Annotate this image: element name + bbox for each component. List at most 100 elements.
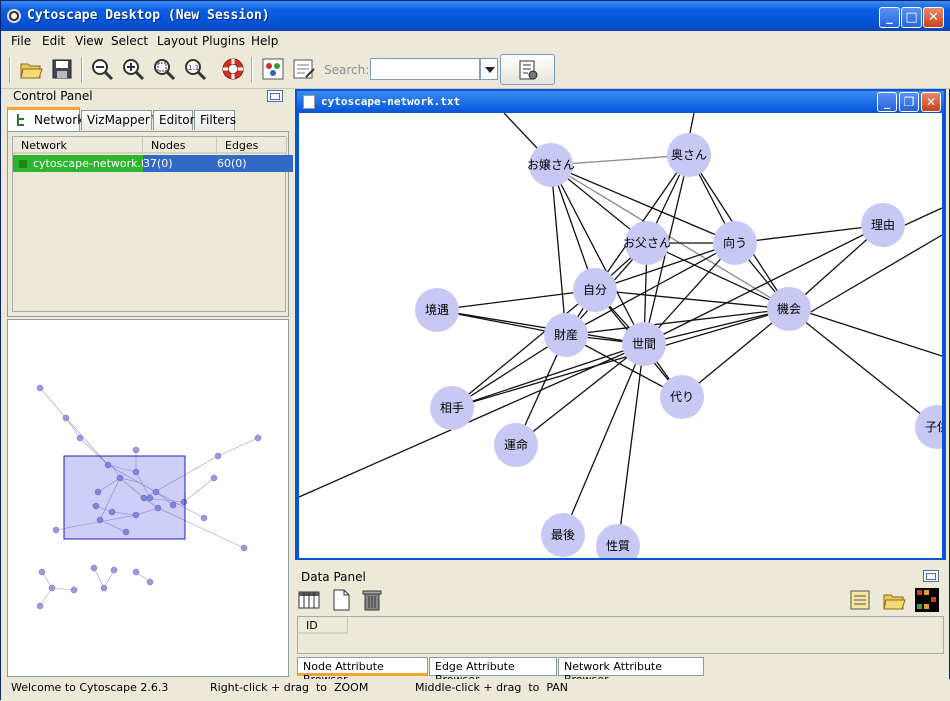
node-count: 37(0) bbox=[143, 157, 173, 170]
save-session-button[interactable] bbox=[48, 55, 76, 83]
new-attribute-button[interactable] bbox=[329, 588, 353, 612]
menu-edit[interactable]: Edit bbox=[42, 34, 65, 48]
table-columns-icon bbox=[298, 591, 320, 609]
tab-network-attribute-browser[interactable]: Network Attribute Browser bbox=[558, 657, 704, 686]
column-id[interactable]: ID bbox=[298, 617, 348, 634]
node-jibun[interactable]: 自分 bbox=[573, 268, 617, 312]
menu-help[interactable]: Help bbox=[251, 34, 278, 48]
folder-open-icon bbox=[883, 594, 906, 610]
column-nodes[interactable]: Nodes bbox=[143, 137, 217, 154]
node-kyougu[interactable]: 境遇 bbox=[415, 288, 459, 332]
trash-can-icon bbox=[362, 590, 382, 611]
node-label: 最後 bbox=[551, 528, 575, 542]
edge-kikai-aite[interactable] bbox=[451, 308, 790, 409]
zoom-selected-button[interactable] bbox=[150, 55, 178, 83]
edge-seken-aite[interactable] bbox=[451, 343, 645, 409]
node-kikai[interactable]: 機会 bbox=[767, 287, 811, 331]
select-attributes-button[interactable] bbox=[297, 588, 321, 612]
node-label: お嬢さん bbox=[527, 158, 575, 172]
network-window-titlebar[interactable]: cytoscape-network.txt _ ❐ ✕ bbox=[297, 91, 944, 113]
tab-edge-attribute-browser[interactable]: Edge Attribute Browser bbox=[429, 657, 557, 686]
tab-network-label: Network bbox=[34, 113, 85, 127]
column-network[interactable]: Network bbox=[13, 137, 143, 154]
help-button[interactable] bbox=[219, 55, 247, 83]
edge-kyougu-seken[interactable] bbox=[436, 309, 645, 345]
node-zaisan[interactable]: 財産 bbox=[544, 313, 588, 357]
search-input[interactable] bbox=[370, 58, 480, 80]
edge-kikai-kodomo[interactable] bbox=[788, 308, 938, 428]
status-bar: Welcome to Cytoscape 2.6.3 Right-click +… bbox=[1, 679, 950, 701]
tab-node-attribute-browser[interactable]: Node Attribute Browser bbox=[297, 657, 428, 686]
network-graph[interactable]: お嬢さん 奥さんお父さん 向う 理由自分境遇 機会財産世間代り相手運命 子供最後性質 bbox=[299, 113, 942, 558]
search-config-button[interactable] bbox=[500, 54, 555, 85]
node-ojousan[interactable]: お嬢さん bbox=[527, 143, 575, 187]
lifebuoy-icon bbox=[222, 58, 244, 80]
network-restore-button[interactable]: ❐ bbox=[899, 92, 919, 112]
network-name[interactable]: cytoscape-network.txt bbox=[13, 155, 143, 172]
network-canvas[interactable]: お嬢さん 奥さんお父さん 向う 理由自分境遇 機会財産世間代り相手運命 子供最後性質 bbox=[299, 113, 942, 558]
maximize-button[interactable]: □ bbox=[901, 7, 922, 28]
node-label: 自分 bbox=[583, 283, 607, 297]
edge-kikai-zaisan[interactable] bbox=[565, 308, 790, 336]
zoom-out-icon bbox=[92, 59, 114, 81]
svg-text:1:1: 1:1 bbox=[188, 64, 199, 72]
minimize-button[interactable]: _ bbox=[879, 7, 900, 28]
edge-jibun-kyougu[interactable] bbox=[436, 289, 596, 311]
network-close-button[interactable]: ✕ bbox=[921, 92, 941, 112]
zoom-fit-button[interactable]: 1:1 bbox=[181, 55, 209, 83]
menu-select[interactable]: Select bbox=[111, 34, 148, 48]
node-okusan[interactable]: 奥さん bbox=[667, 133, 711, 177]
node-label: 性質 bbox=[606, 538, 630, 553]
menu-plugins[interactable]: Plugins bbox=[202, 34, 245, 48]
import-table-button[interactable] bbox=[882, 588, 906, 612]
menu-file[interactable]: File bbox=[11, 34, 31, 48]
tab-editor[interactable]: Editor bbox=[153, 110, 195, 130]
heatmap-button[interactable] bbox=[915, 588, 939, 612]
node-kawari[interactable]: 代り bbox=[660, 375, 704, 419]
open-session-button[interactable] bbox=[17, 55, 45, 83]
float-panel-icon[interactable] bbox=[267, 90, 283, 102]
node-unmei[interactable]: 運命 bbox=[494, 423, 538, 467]
attribute-editor-button[interactable] bbox=[290, 55, 318, 83]
node-label: 運命 bbox=[504, 437, 528, 452]
menu-layout[interactable]: Layout bbox=[157, 34, 198, 48]
node-seken[interactable]: 世間 bbox=[622, 322, 666, 366]
zoom-out-button[interactable] bbox=[88, 55, 116, 83]
zoom-selected-icon bbox=[154, 59, 176, 81]
network-tree-icon bbox=[17, 114, 24, 126]
node-mukau[interactable]: 向う bbox=[713, 221, 757, 265]
node-saigo[interactable]: 最後 bbox=[541, 513, 585, 557]
table-row[interactable]: cytoscape-network.txt 37(0) 60(0) bbox=[13, 155, 293, 172]
node-seishitsu[interactable]: 性質 bbox=[596, 524, 640, 558]
node-aite[interactable]: 相手 bbox=[430, 386, 474, 430]
data-panel-title: Data Panel bbox=[301, 570, 366, 584]
search-label: Search: bbox=[324, 63, 370, 77]
column-edges[interactable]: Edges bbox=[217, 137, 287, 154]
menu-view[interactable]: View bbox=[75, 34, 103, 48]
float-panel-icon[interactable] bbox=[923, 570, 939, 582]
birds-eye-view[interactable] bbox=[7, 319, 289, 677]
search-dropdown-button[interactable] bbox=[480, 58, 498, 80]
node-label: 財産 bbox=[554, 327, 578, 342]
menu-bar: File Edit View Select Layout Plugins Hel… bbox=[1, 31, 950, 51]
vizmapper-button[interactable] bbox=[259, 55, 287, 83]
edge-seken-unmei[interactable] bbox=[515, 343, 645, 446]
tab-filters[interactable]: Filters bbox=[194, 110, 236, 130]
edge-mukau-riyuu[interactable] bbox=[734, 224, 884, 244]
zoom-in-icon bbox=[123, 59, 145, 81]
zoom-in-button[interactable] bbox=[119, 55, 147, 83]
node-kodomo[interactable]: 子供 bbox=[915, 405, 942, 449]
close-button[interactable]: ✕ bbox=[923, 7, 944, 28]
toolbar-separator bbox=[251, 57, 253, 83]
network-table: Network Nodes Edges cytoscape-network.tx… bbox=[12, 136, 293, 312]
tab-network[interactable]: Network bbox=[7, 107, 84, 131]
title-bar[interactable]: Cytoscape Desktop (New Session) _ □ ✕ bbox=[1, 1, 950, 31]
node-riyuu[interactable]: 理由 bbox=[861, 203, 905, 247]
network-view-window: cytoscape-network.txt _ ❐ ✕ お嬢さん 奥さん お父さん 向… bbox=[295, 89, 946, 560]
viewport-rect bbox=[63, 455, 186, 540]
delete-attribute-button[interactable] bbox=[360, 588, 384, 612]
network-minimize-button[interactable]: _ bbox=[877, 92, 897, 112]
node-label: 子供 bbox=[925, 420, 942, 434]
export-table-button[interactable] bbox=[848, 588, 872, 612]
tab-vizmapper[interactable]: VizMapper™ bbox=[81, 110, 162, 130]
